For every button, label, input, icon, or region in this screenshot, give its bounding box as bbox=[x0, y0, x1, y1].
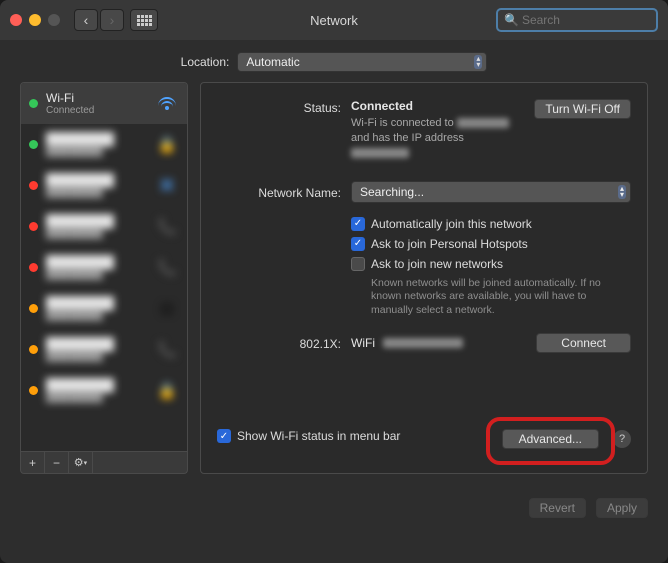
checkbox-icon bbox=[351, 257, 365, 271]
status-dot bbox=[29, 181, 38, 190]
search-input[interactable] bbox=[522, 13, 650, 27]
close-window[interactable] bbox=[10, 14, 22, 26]
status-dot bbox=[29, 263, 38, 272]
zoom-window bbox=[48, 14, 60, 26]
checkbox-icon: ✓ bbox=[351, 217, 365, 231]
network-item[interactable]: ████████████████ 🔒 bbox=[21, 124, 187, 165]
status-label: Status: bbox=[217, 99, 351, 161]
network-item-wifi[interactable]: Wi-Fi Connected bbox=[21, 83, 187, 124]
revert-button[interactable]: Revert bbox=[529, 498, 586, 518]
network-item[interactable]: ████████████████ 📞 bbox=[21, 206, 187, 247]
list-toolbar: + − ⚙︎▾ bbox=[20, 452, 188, 474]
location-label: Location: bbox=[181, 55, 230, 69]
nav-buttons: ‹ › bbox=[74, 9, 124, 31]
location-row: Location: Automatic ▴▾ bbox=[0, 40, 668, 82]
network-item[interactable]: ████████████████ ⊡ bbox=[21, 288, 187, 329]
lock-icon: 🔒 bbox=[157, 137, 177, 153]
window-title: Network bbox=[310, 13, 358, 28]
search-icon: 🔍 bbox=[504, 13, 519, 27]
chevron-updown-icon: ▴▾ bbox=[474, 55, 482, 69]
status-dot bbox=[29, 304, 38, 313]
detail-panel: Status: Connected Wi-Fi is connected to … bbox=[200, 82, 648, 474]
network-item[interactable]: ████████████████ 📞 bbox=[21, 329, 187, 370]
status-dot bbox=[29, 386, 38, 395]
network-item[interactable]: ████████████████ 🔒 bbox=[21, 370, 187, 411]
minimize-window[interactable] bbox=[29, 14, 41, 26]
status-value: Connected bbox=[351, 99, 413, 113]
status-subtext: Wi-Fi is connected to and has the IP add… bbox=[351, 116, 524, 161]
footer: Revert Apply bbox=[0, 488, 668, 518]
show-all-button[interactable] bbox=[130, 9, 158, 31]
dot1x-value: WiFi bbox=[351, 336, 375, 350]
status-dot bbox=[29, 345, 38, 354]
status-dot bbox=[29, 222, 38, 231]
wifi-icon bbox=[157, 96, 177, 112]
ask-new-helptext: Known networks will be joined automatica… bbox=[371, 277, 631, 318]
network-name-dropdown[interactable]: Searching... ▴▾ bbox=[351, 181, 631, 203]
grid-icon bbox=[137, 15, 152, 26]
chevron-updown-icon: ▴▾ bbox=[618, 185, 626, 199]
show-status-checkbox[interactable]: ✓ Show Wi-Fi status in menu bar bbox=[217, 429, 400, 443]
network-name-value: Searching... bbox=[360, 185, 424, 199]
status-dot bbox=[29, 140, 38, 149]
ask-new-checkbox[interactable]: Ask to join new networks bbox=[351, 257, 631, 271]
forward-button: › bbox=[100, 9, 124, 31]
add-button[interactable]: + bbox=[21, 452, 45, 473]
remove-button[interactable]: − bbox=[45, 452, 69, 473]
bridge-icon: ⊡ bbox=[157, 301, 177, 317]
apply-button[interactable]: Apply bbox=[596, 498, 648, 518]
help-button[interactable]: ? bbox=[613, 430, 631, 448]
phone-icon: 📞 bbox=[157, 260, 177, 276]
auto-join-checkbox[interactable]: ✓ Automatically join this network bbox=[351, 217, 631, 231]
phone-icon: 📞 bbox=[157, 342, 177, 358]
status-dot bbox=[29, 99, 38, 108]
connect-button[interactable]: Connect bbox=[536, 333, 631, 353]
wifi-toggle-button[interactable]: Turn Wi-Fi Off bbox=[534, 99, 631, 119]
dot1x-label: 802.1X: bbox=[217, 335, 351, 351]
search-field[interactable]: 🔍 bbox=[496, 8, 658, 32]
back-button[interactable]: ‹ bbox=[74, 9, 98, 31]
network-item[interactable]: ████████████████ 📞 bbox=[21, 247, 187, 288]
lock-icon: 🔒 bbox=[157, 383, 177, 399]
sidebar: Wi-Fi Connected ████████████████ 🔒 █████… bbox=[20, 82, 188, 474]
network-name-label: Network Name: bbox=[217, 184, 351, 200]
ask-hotspot-checkbox[interactable]: ✓ Ask to join Personal Hotspots bbox=[351, 237, 631, 251]
checkbox-icon: ✓ bbox=[351, 237, 365, 251]
network-name: Wi-Fi bbox=[46, 91, 149, 105]
titlebar: ‹ › Network 🔍 bbox=[0, 0, 668, 40]
checkbox-icon: ✓ bbox=[217, 429, 231, 443]
action-menu-button[interactable]: ⚙︎▾ bbox=[69, 452, 93, 473]
window-controls bbox=[10, 14, 60, 26]
advanced-button[interactable]: Advanced... bbox=[502, 429, 599, 449]
network-list[interactable]: Wi-Fi Connected ████████████████ 🔒 █████… bbox=[20, 82, 188, 452]
location-value: Automatic bbox=[246, 55, 299, 69]
network-item[interactable]: ████████████████ ⌘ bbox=[21, 165, 187, 206]
bluetooth-icon: ⌘ bbox=[157, 178, 177, 194]
phone-icon: 📞 bbox=[157, 219, 177, 235]
location-dropdown[interactable]: Automatic ▴▾ bbox=[237, 52, 487, 72]
network-sub: Connected bbox=[46, 105, 149, 116]
